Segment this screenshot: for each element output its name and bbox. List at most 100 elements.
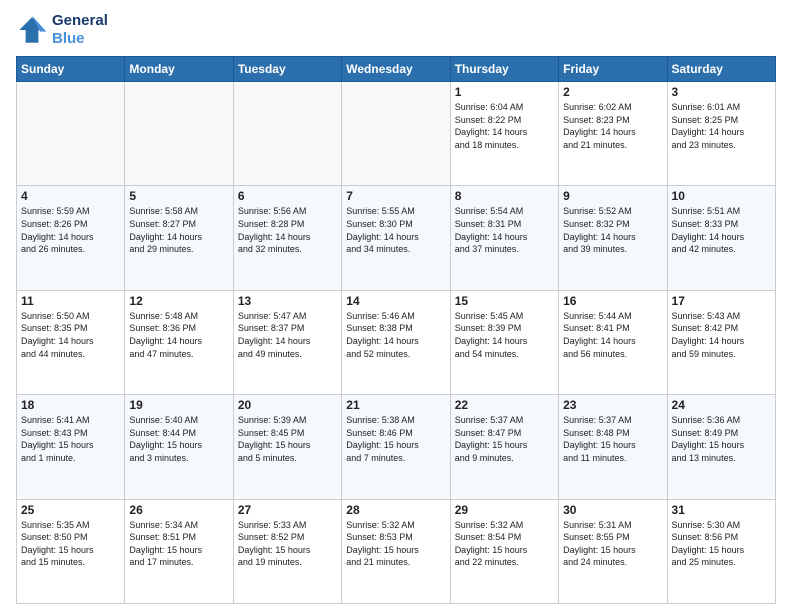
day-number: 19: [129, 398, 228, 412]
calendar-cell: [233, 82, 341, 186]
day-info: Sunrise: 5:46 AM Sunset: 8:38 PM Dayligh…: [346, 310, 445, 360]
day-number: 3: [672, 85, 771, 99]
calendar-week-row: 4 Sunrise: 5:59 AM Sunset: 8:26 PM Daylig…: [17, 186, 776, 290]
day-number: 5: [129, 189, 228, 203]
logo-icon: [16, 14, 48, 46]
calendar-day-header: Friday: [559, 57, 667, 82]
calendar-day-header: Tuesday: [233, 57, 341, 82]
day-number: 22: [455, 398, 554, 412]
day-number: 14: [346, 294, 445, 308]
calendar-cell: [125, 82, 233, 186]
day-number: 11: [21, 294, 120, 308]
calendar-cell: 16 Sunrise: 5:44 AM Sunset: 8:41 PM Dayli…: [559, 290, 667, 394]
calendar-cell: 21 Sunrise: 5:38 AM Sunset: 8:46 PM Dayli…: [342, 395, 450, 499]
day-info: Sunrise: 5:40 AM Sunset: 8:44 PM Dayligh…: [129, 414, 228, 464]
calendar-cell: 12Sunrise: 5:48 AM Sunset: 8:36 PM Dayli…: [125, 290, 233, 394]
day-number: 6: [238, 189, 337, 203]
day-info: Sunrise: 5:32 AM Sunset: 8:53 PM Dayligh…: [346, 519, 445, 569]
day-info: Sunrise: 5:51 AM Sunset: 8:33 PM Dayligh…: [672, 205, 771, 255]
day-number: 31: [672, 503, 771, 517]
day-info: Sunrise: 5:59 AM Sunset: 8:26 PM Dayligh…: [21, 205, 120, 255]
logo-text: General Blue: [52, 12, 108, 48]
calendar-cell: 9Sunrise: 5:52 AM Sunset: 8:32 PM Daylig…: [559, 186, 667, 290]
calendar-day-header: Monday: [125, 57, 233, 82]
day-info: Sunrise: 5:34 AM Sunset: 8:51 PM Dayligh…: [129, 519, 228, 569]
calendar-cell: 29 Sunrise: 5:32 AM Sunset: 8:54 PM Dayli…: [450, 499, 558, 603]
day-info: Sunrise: 6:02 AM Sunset: 8:23 PM Dayligh…: [563, 101, 662, 151]
day-number: 2: [563, 85, 662, 99]
day-info: Sunrise: 5:37 AM Sunset: 8:48 PM Dayligh…: [563, 414, 662, 464]
calendar-week-row: 1 Sunrise: 6:04 AM Sunset: 8:22 PM Daylig…: [17, 82, 776, 186]
calendar-cell: 10 Sunrise: 5:51 AM Sunset: 8:33 PM Dayli…: [667, 186, 775, 290]
calendar-cell: [342, 82, 450, 186]
calendar-cell: 19 Sunrise: 5:40 AM Sunset: 8:44 PM Dayli…: [125, 395, 233, 499]
day-info: Sunrise: 5:38 AM Sunset: 8:46 PM Dayligh…: [346, 414, 445, 464]
calendar-cell: 17 Sunrise: 5:43 AM Sunset: 8:42 PM Dayli…: [667, 290, 775, 394]
calendar-week-row: 25 Sunrise: 5:35 AM Sunset: 8:50 PM Dayli…: [17, 499, 776, 603]
calendar-cell: 31 Sunrise: 5:30 AM Sunset: 8:56 PM Dayli…: [667, 499, 775, 603]
day-number: 20: [238, 398, 337, 412]
calendar-cell: 30Sunrise: 5:31 AM Sunset: 8:55 PM Dayli…: [559, 499, 667, 603]
day-info: Sunrise: 5:41 AM Sunset: 8:43 PM Dayligh…: [21, 414, 120, 464]
calendar-week-row: 18Sunrise: 5:41 AM Sunset: 8:43 PM Dayli…: [17, 395, 776, 499]
page: General Blue SundayMondayTuesdayWednesda…: [0, 0, 792, 612]
day-info: Sunrise: 5:36 AM Sunset: 8:49 PM Dayligh…: [672, 414, 771, 464]
calendar-cell: 5 Sunrise: 5:58 AM Sunset: 8:27 PM Daylig…: [125, 186, 233, 290]
calendar-cell: 8 Sunrise: 5:54 AM Sunset: 8:31 PM Daylig…: [450, 186, 558, 290]
day-info: Sunrise: 5:45 AM Sunset: 8:39 PM Dayligh…: [455, 310, 554, 360]
day-info: Sunrise: 6:04 AM Sunset: 8:22 PM Dayligh…: [455, 101, 554, 151]
day-number: 23: [563, 398, 662, 412]
day-number: 12: [129, 294, 228, 308]
day-info: Sunrise: 5:52 AM Sunset: 8:32 PM Dayligh…: [563, 205, 662, 255]
day-number: 21: [346, 398, 445, 412]
day-number: 4: [21, 189, 120, 203]
day-number: 17: [672, 294, 771, 308]
day-number: 7: [346, 189, 445, 203]
calendar-cell: [17, 82, 125, 186]
calendar-cell: 26 Sunrise: 5:34 AM Sunset: 8:51 PM Dayli…: [125, 499, 233, 603]
day-info: Sunrise: 5:54 AM Sunset: 8:31 PM Dayligh…: [455, 205, 554, 255]
day-number: 10: [672, 189, 771, 203]
calendar-cell: 4 Sunrise: 5:59 AM Sunset: 8:26 PM Daylig…: [17, 186, 125, 290]
calendar-day-header: Sunday: [17, 57, 125, 82]
day-info: Sunrise: 5:55 AM Sunset: 8:30 PM Dayligh…: [346, 205, 445, 255]
day-number: 15: [455, 294, 554, 308]
day-info: Sunrise: 5:58 AM Sunset: 8:27 PM Dayligh…: [129, 205, 228, 255]
day-info: Sunrise: 5:47 AM Sunset: 8:37 PM Dayligh…: [238, 310, 337, 360]
calendar-day-header: Saturday: [667, 57, 775, 82]
day-number: 16: [563, 294, 662, 308]
calendar-cell: 25 Sunrise: 5:35 AM Sunset: 8:50 PM Dayli…: [17, 499, 125, 603]
calendar-week-row: 11Sunrise: 5:50 AM Sunset: 8:35 PM Dayli…: [17, 290, 776, 394]
calendar-cell: 2 Sunrise: 6:02 AM Sunset: 8:23 PM Daylig…: [559, 82, 667, 186]
day-number: 28: [346, 503, 445, 517]
calendar-cell: 28 Sunrise: 5:32 AM Sunset: 8:53 PM Dayli…: [342, 499, 450, 603]
day-number: 13: [238, 294, 337, 308]
day-info: Sunrise: 5:56 AM Sunset: 8:28 PM Dayligh…: [238, 205, 337, 255]
day-info: Sunrise: 5:32 AM Sunset: 8:54 PM Dayligh…: [455, 519, 554, 569]
day-number: 24: [672, 398, 771, 412]
day-number: 27: [238, 503, 337, 517]
day-info: Sunrise: 5:44 AM Sunset: 8:41 PM Dayligh…: [563, 310, 662, 360]
day-info: Sunrise: 5:30 AM Sunset: 8:56 PM Dayligh…: [672, 519, 771, 569]
calendar-day-header: Thursday: [450, 57, 558, 82]
day-number: 25: [21, 503, 120, 517]
calendar-cell: 7 Sunrise: 5:55 AM Sunset: 8:30 PM Daylig…: [342, 186, 450, 290]
calendar-day-header: Wednesday: [342, 57, 450, 82]
day-info: Sunrise: 5:39 AM Sunset: 8:45 PM Dayligh…: [238, 414, 337, 464]
calendar-cell: 1 Sunrise: 6:04 AM Sunset: 8:22 PM Daylig…: [450, 82, 558, 186]
day-info: Sunrise: 5:35 AM Sunset: 8:50 PM Dayligh…: [21, 519, 120, 569]
day-number: 8: [455, 189, 554, 203]
calendar-cell: 24 Sunrise: 5:36 AM Sunset: 8:49 PM Dayli…: [667, 395, 775, 499]
calendar-cell: 6 Sunrise: 5:56 AM Sunset: 8:28 PM Daylig…: [233, 186, 341, 290]
day-number: 29: [455, 503, 554, 517]
day-number: 1: [455, 85, 554, 99]
day-number: 30: [563, 503, 662, 517]
calendar-cell: 13 Sunrise: 5:47 AM Sunset: 8:37 PM Dayli…: [233, 290, 341, 394]
calendar-cell: 18Sunrise: 5:41 AM Sunset: 8:43 PM Dayli…: [17, 395, 125, 499]
header: General Blue: [16, 12, 776, 48]
calendar-cell: 3Sunrise: 6:01 AM Sunset: 8:25 PM Daylig…: [667, 82, 775, 186]
day-number: 26: [129, 503, 228, 517]
day-info: Sunrise: 5:43 AM Sunset: 8:42 PM Dayligh…: [672, 310, 771, 360]
logo: General Blue: [16, 12, 108, 48]
calendar-cell: 22Sunrise: 5:37 AM Sunset: 8:47 PM Dayli…: [450, 395, 558, 499]
